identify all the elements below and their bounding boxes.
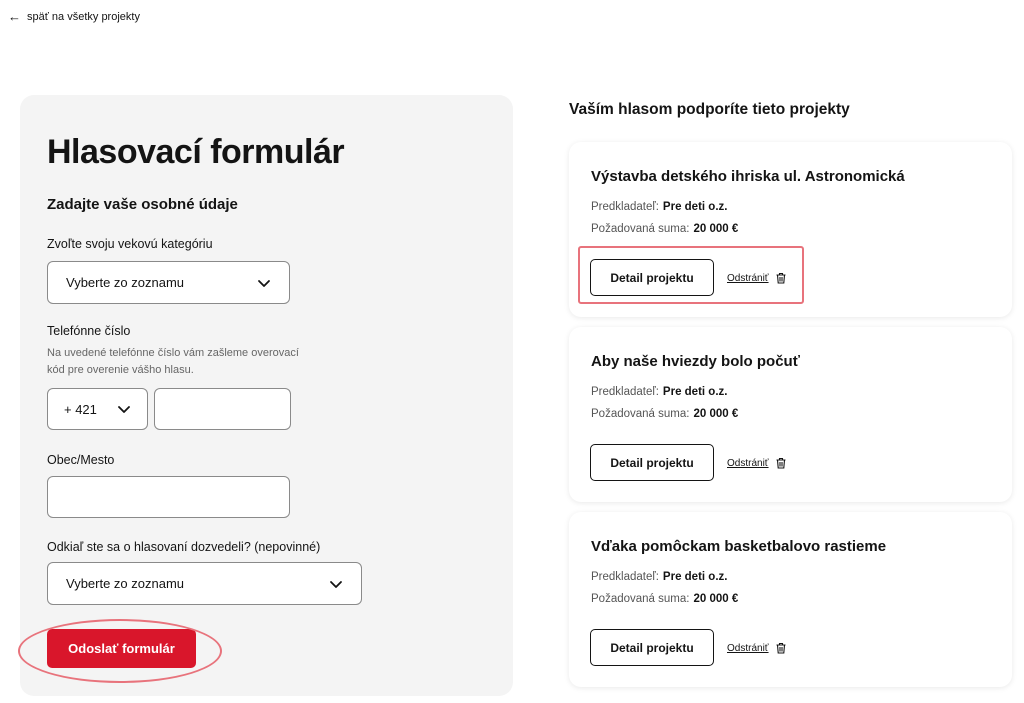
project-title: Aby naše hviezdy bolo počuť: [591, 353, 800, 370]
back-link-label: späť na všetky projekty: [27, 10, 140, 23]
project-proposer: Predkladateľ: Pre deti o.z.: [591, 386, 727, 398]
project-amount: Požadovaná suma: 20 000 €: [591, 593, 738, 605]
phone-prefix-select[interactable]: + 421: [47, 388, 148, 430]
proposer-value: Pre deti o.z.: [662, 571, 728, 583]
city-label: Obec/Mesto: [47, 453, 115, 467]
phone-help-text: Na uvedené telefónne číslo vám zašleme o…: [47, 347, 299, 376]
source-label: Odkiaľ ste sa o hlasovaní dozvedeli? (ne…: [47, 540, 321, 554]
remove-label: Odstrániť: [727, 272, 769, 284]
arrow-left-icon: ←: [8, 9, 21, 24]
project-amount: Požadovaná suma: 20 000 €: [591, 408, 738, 420]
project-title: Výstavba detského ihriska ul. Astronomic…: [591, 168, 905, 185]
chevron-down-icon: [117, 402, 131, 416]
remove-project-link[interactable]: Odstrániť: [727, 457, 787, 469]
project-proposer: Predkladateľ: Pre deti o.z.: [591, 571, 727, 583]
source-value: Vyberte zo zoznamu: [66, 576, 185, 591]
amount-label: Požadovaná suma:: [591, 593, 690, 605]
submit-form-button[interactable]: Odoslať formulár: [47, 629, 196, 668]
remove-label: Odstrániť: [727, 642, 769, 654]
project-title: Vďaka pomôckam basketbalovo rastieme: [591, 538, 887, 555]
back-to-projects-link[interactable]: ← späť na všetky projekty: [8, 10, 140, 23]
trash-icon: [776, 642, 786, 654]
phone-prefix-value: + 421: [64, 401, 97, 417]
amount-label: Požadovaná suma:: [591, 223, 690, 235]
form-subtitle: Zadajte vaše osobné údaje: [47, 196, 238, 213]
amount-value: 20 000 €: [693, 408, 739, 420]
phone-number-input[interactable]: [154, 388, 291, 430]
project-detail-button[interactable]: Detail projektu: [590, 444, 714, 481]
age-category-select[interactable]: Vyberte zo zoznamu: [47, 261, 290, 304]
project-proposer: Predkladateľ: Pre deti o.z.: [591, 201, 727, 213]
voting-form-panel: Hlasovací formulár Zadajte vaše osobné ú…: [18, 95, 513, 696]
source-select[interactable]: Vyberte zo zoznamu: [47, 562, 362, 605]
trash-icon: [776, 272, 786, 284]
phone-label: Telefónne číslo: [47, 324, 131, 338]
proposer-value: Pre deti o.z.: [662, 201, 728, 213]
project-detail-button[interactable]: Detail projektu: [590, 259, 714, 296]
proposer-label: Predkladateľ:: [591, 201, 659, 213]
projects-heading: Vaším hlasom podporíte tieto projekty: [569, 101, 850, 118]
city-input[interactable]: [47, 476, 290, 518]
proposer-label: Predkladateľ:: [591, 386, 659, 398]
age-category-label: Zvoľte svoju vekovú kategóriu: [47, 237, 213, 251]
project-detail-button[interactable]: Detail projektu: [590, 629, 714, 666]
amount-value: 20 000 €: [693, 593, 739, 605]
chevron-down-icon: [257, 276, 271, 290]
project-card: Aby naše hviezdy bolo počuť Predkladateľ…: [569, 327, 1012, 502]
trash-icon: [776, 457, 786, 469]
amount-value: 20 000 €: [693, 223, 739, 235]
project-card: Vďaka pomôckam basketbalovo rastieme Pre…: [569, 512, 1012, 687]
proposer-label: Predkladateľ:: [591, 571, 659, 583]
chevron-down-icon: [329, 577, 343, 591]
age-category-value: Vyberte zo zoznamu: [66, 275, 185, 290]
proposer-value: Pre deti o.z.: [662, 386, 728, 398]
form-title: Hlasovací formulár: [47, 133, 345, 171]
remove-project-link[interactable]: Odstrániť: [727, 642, 787, 654]
remove-label: Odstrániť: [727, 457, 769, 469]
amount-label: Požadovaná suma:: [591, 408, 690, 420]
remove-project-link[interactable]: Odstrániť: [727, 272, 787, 284]
project-card: Výstavba detského ihriska ul. Astronomic…: [569, 142, 1012, 317]
project-amount: Požadovaná suma: 20 000 €: [591, 223, 738, 235]
